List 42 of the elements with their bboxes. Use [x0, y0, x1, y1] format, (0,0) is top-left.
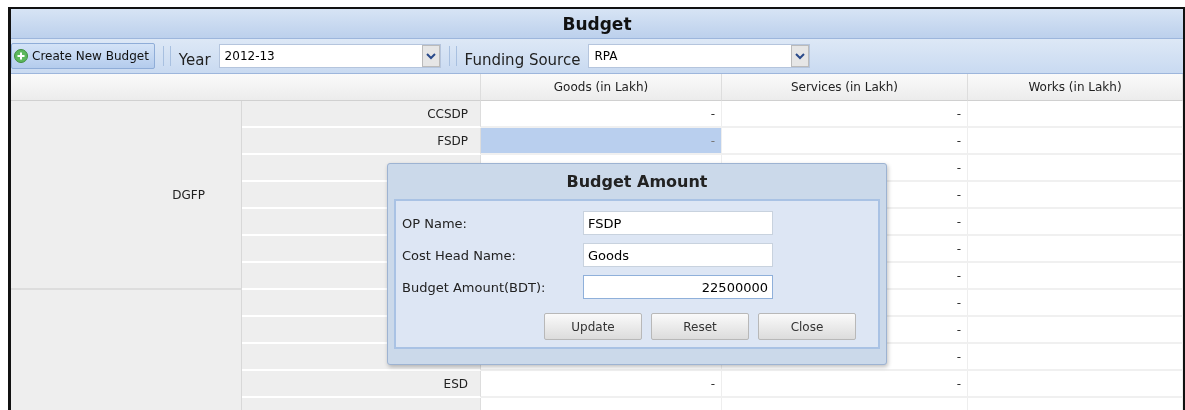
- goods-cell[interactable]: -: [481, 101, 722, 128]
- window-title: Budget: [562, 13, 632, 34]
- column-header: Goods (in Lakh): [481, 74, 722, 101]
- works-cell[interactable]: [968, 155, 1183, 182]
- services-cell[interactable]: -: [722, 128, 968, 155]
- field-label: Budget Amount(BDT):: [402, 279, 547, 295]
- year-label: Year: [178, 51, 211, 69]
- field-label: Cost Head Name:: [402, 247, 517, 263]
- dialog-button[interactable]: Close: [758, 313, 856, 340]
- works-cell[interactable]: [968, 128, 1183, 155]
- works-cell[interactable]: [968, 263, 1183, 290]
- works-cell[interactable]: [968, 371, 1183, 398]
- plus-icon: [14, 49, 28, 63]
- works-cell[interactable]: [968, 290, 1183, 317]
- toolbar-separator: [162, 46, 171, 66]
- year-dropdown[interactable]: 2012-13: [218, 44, 441, 68]
- group-name: DGFP: [172, 187, 205, 202]
- services-cell[interactable]: -: [722, 101, 968, 128]
- input-field[interactable]: FSDP: [583, 211, 773, 235]
- works-cell[interactable]: [968, 344, 1183, 371]
- input-field[interactable]: Goods: [583, 243, 773, 267]
- column-header: Works (in Lakh): [968, 74, 1183, 101]
- funding-source-label: Funding Source: [464, 51, 581, 69]
- works-cell[interactable]: [968, 317, 1183, 344]
- works-cell[interactable]: [968, 182, 1183, 209]
- op-name-cell: ESD: [242, 371, 481, 398]
- dialog-title: Budget Amount: [565, 171, 709, 193]
- field-label: OP Name:: [402, 215, 468, 231]
- goods-cell[interactable]: -: [481, 371, 722, 398]
- toolbar-separator: [448, 46, 457, 66]
- works-cell[interactable]: [968, 209, 1183, 236]
- dialog-button[interactable]: Reset: [651, 313, 749, 340]
- works-cell[interactable]: [968, 101, 1183, 128]
- op-name-cell: FSDP: [242, 128, 481, 155]
- dialog-button[interactable]: Update: [544, 313, 642, 340]
- create-new-budget-button[interactable]: Create New Budget: [11, 43, 155, 69]
- input-field[interactable]: 22500000: [583, 275, 773, 299]
- column-header: Services (in Lakh): [722, 74, 968, 101]
- funding-source-dropdown[interactable]: RPA: [588, 44, 811, 68]
- works-cell[interactable]: [968, 236, 1183, 263]
- op-name-cell: CCSDP: [242, 101, 481, 128]
- services-cell[interactable]: -: [722, 371, 968, 398]
